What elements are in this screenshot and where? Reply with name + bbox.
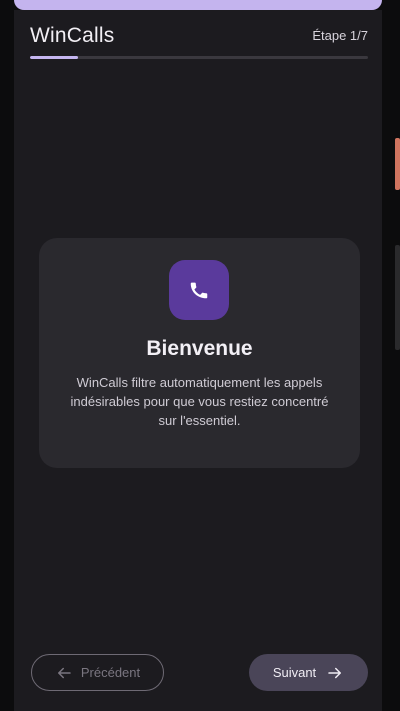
welcome-description: WinCalls filtre automatiquement les appe… (70, 375, 329, 428)
phone-device: WinCalls Étape 1/7 Bienvenue WinCalls fi… (0, 0, 400, 711)
phone-icon (169, 260, 229, 320)
previous-button-label: Précédent (80, 665, 141, 680)
step-indicator: Étape 1/7 (312, 28, 368, 43)
next-button[interactable]: Suivant (249, 654, 368, 691)
welcome-card: Bienvenue WinCalls filtre automatiquemen… (39, 238, 360, 468)
arrow-left-icon (55, 664, 73, 682)
power-button (395, 138, 400, 190)
progress-bar-fill (30, 56, 79, 59)
next-button-label: Suivant (272, 665, 317, 680)
progress-bar (30, 56, 368, 59)
previous-button[interactable]: Précédent (31, 654, 164, 691)
volume-button (395, 245, 400, 350)
status-bar (14, 0, 382, 10)
arrow-right-icon (326, 664, 344, 682)
app-title: WinCalls (30, 24, 115, 47)
welcome-title: Bienvenue (146, 337, 253, 360)
onboarding-screen: WinCalls Étape 1/7 Bienvenue WinCalls fi… (14, 10, 382, 711)
